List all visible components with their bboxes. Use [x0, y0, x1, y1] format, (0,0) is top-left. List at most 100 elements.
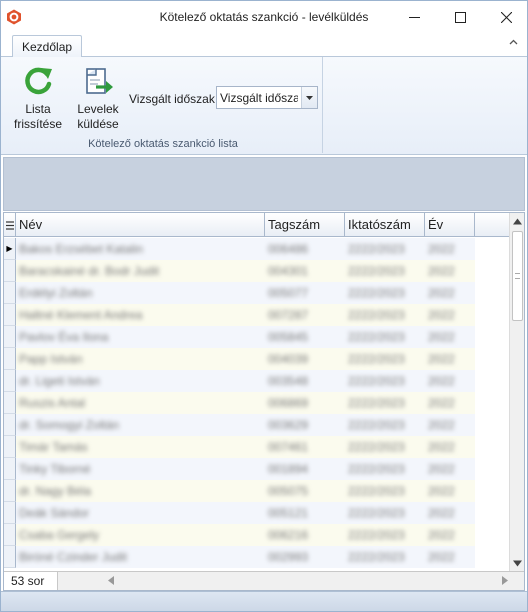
cell-nev[interactable]: Erdélyi Zoltán [16, 282, 265, 304]
cell-tagszam[interactable]: 007287 [265, 304, 345, 326]
cell-iktatoszam[interactable]: 2222/2023 [345, 326, 425, 348]
cell-iktatoszam[interactable]: 2222/2023 [345, 458, 425, 480]
cell-tagszam[interactable]: 003548 [265, 370, 345, 392]
cell-nev[interactable]: dr. Somogyi Zoltán [16, 414, 265, 436]
cell-nev[interactable]: Papp István [16, 348, 265, 370]
cell-tagszam[interactable]: 006216 [265, 524, 345, 546]
period-dropdown-button[interactable] [301, 87, 317, 108]
cell-nev[interactable]: Baracskainé dr. Bodr Judit [16, 260, 265, 282]
row-indicator[interactable] [4, 480, 16, 502]
cell-nev[interactable]: Timár Tamás [16, 436, 265, 458]
cell-iktatoszam[interactable]: 2222/2023 [345, 502, 425, 524]
cell-ev[interactable]: 2022 [425, 304, 475, 326]
cell-iktatoszam[interactable]: 2222/2023 [345, 392, 425, 414]
cell-tagszam[interactable]: 006869 [265, 392, 345, 414]
close-button[interactable] [483, 1, 528, 33]
cell-nev[interactable]: Csaba Gergely [16, 524, 265, 546]
scroll-left-icon[interactable] [108, 576, 114, 585]
column-header-tagszam[interactable]: Tagszám [265, 213, 345, 237]
table-row[interactable]: Tinky Tiborné 001894 2222/2023 2022 [4, 458, 510, 480]
cell-tagszam[interactable]: 005845 [265, 326, 345, 348]
cell-ev[interactable]: 2022 [425, 458, 475, 480]
table-row[interactable]: Papp István 004039 2222/2023 2022 [4, 348, 510, 370]
cell-tagszam[interactable]: 004301 [265, 260, 345, 282]
scroll-up-icon[interactable] [513, 217, 522, 226]
table-row[interactable]: Csaba Gergely 006216 2222/2023 2022 [4, 524, 510, 546]
cell-tagszam[interactable]: 005075 [265, 480, 345, 502]
cell-tagszam[interactable]: 005121 [265, 502, 345, 524]
cell-nev[interactable]: Bakos Erzsébet Katalin [16, 238, 265, 260]
cell-iktatoszam[interactable]: 2222/2023 [345, 304, 425, 326]
cell-tagszam[interactable]: 001894 [265, 458, 345, 480]
table-row[interactable]: Haltné Klement Andrea 007287 2222/2023 2022 [4, 304, 510, 326]
row-indicator[interactable] [4, 282, 16, 304]
refresh-list-button[interactable]: Lista frissítése [9, 63, 67, 139]
cell-tagszam[interactable]: 004039 [265, 348, 345, 370]
cell-tagszam[interactable]: 007461 [265, 436, 345, 458]
row-indicator[interactable] [4, 304, 16, 326]
column-header-ev[interactable]: Év [425, 213, 475, 237]
cell-ev[interactable]: 2022 [425, 414, 475, 436]
cell-ev[interactable]: 2022 [425, 238, 475, 260]
table-row[interactable]: Pavlov Éva Ilona 005845 2222/2023 2022 [4, 326, 510, 348]
vertical-scroll-thumb[interactable] [512, 231, 523, 321]
scroll-right-icon[interactable] [502, 576, 508, 585]
cell-ev[interactable]: 2022 [425, 348, 475, 370]
table-row[interactable]: ▶ Bakos Erzsébet Katalin 006486 2222/2023 20… [4, 238, 510, 260]
row-indicator[interactable] [4, 260, 16, 282]
cell-ev[interactable]: 2022 [425, 436, 475, 458]
vertical-scrollbar[interactable] [509, 213, 524, 571]
row-indicator[interactable] [4, 546, 16, 568]
cell-nev[interactable]: Tinky Tiborné [16, 458, 265, 480]
table-row[interactable]: dr. Ligeti István 003548 2222/2023 2022 [4, 370, 510, 392]
cell-tagszam[interactable]: 005077 [265, 282, 345, 304]
table-row[interactable]: Ruszis Antal 006869 2222/2023 2022 [4, 392, 510, 414]
cell-ev[interactable]: 2022 [425, 370, 475, 392]
column-chooser-button[interactable] [4, 213, 16, 237]
cell-nev[interactable]: Pavlov Éva Ilona [16, 326, 265, 348]
row-indicator[interactable] [4, 414, 16, 436]
row-indicator[interactable] [4, 458, 16, 480]
table-row[interactable]: Baracskainé dr. Bodr Judit 004301 2222/202… [4, 260, 510, 282]
cell-ev[interactable]: 2022 [425, 524, 475, 546]
cell-iktatoszam[interactable]: 2222/2023 [345, 348, 425, 370]
cell-nev[interactable]: Ruszis Antal [16, 392, 265, 414]
row-indicator[interactable] [4, 502, 16, 524]
table-row[interactable]: Deák Sándor 005121 2222/2023 2022 [4, 502, 510, 524]
maximize-button[interactable] [437, 1, 483, 33]
cell-iktatoszam[interactable]: 2222/2023 [345, 524, 425, 546]
scroll-down-icon[interactable] [513, 559, 522, 568]
column-header-iktatoszam[interactable]: Iktatószám [345, 213, 425, 237]
tab-kezdolap[interactable]: Kezdőlap [12, 35, 83, 58]
cell-ev[interactable]: 2022 [425, 480, 475, 502]
cell-iktatoszam[interactable]: 2222/2023 [345, 414, 425, 436]
cell-iktatoszam[interactable]: 2222/2023 [345, 260, 425, 282]
cell-iktatoszam[interactable]: 2222/2023 [345, 370, 425, 392]
cell-nev[interactable]: dr. Nagy Béla [16, 480, 265, 502]
cell-iktatoszam[interactable]: 2222/2023 [345, 436, 425, 458]
cell-iktatoszam[interactable]: 2222/2023 [345, 282, 425, 304]
column-header-nev[interactable]: Név [16, 213, 265, 237]
period-select[interactable]: Vizsgált időszak [216, 86, 318, 109]
horizontal-scrollbar[interactable] [108, 576, 508, 586]
cell-ev[interactable]: 2022 [425, 260, 475, 282]
cell-tagszam[interactable]: 003629 [265, 414, 345, 436]
table-row[interactable]: dr. Nagy Béla 005075 2222/2023 2022 [4, 480, 510, 502]
cell-iktatoszam[interactable]: 2222/2023 [345, 546, 425, 568]
table-row[interactable]: dr. Somogyi Zoltán 003629 2222/2023 2022 [4, 414, 510, 436]
row-indicator[interactable] [4, 348, 16, 370]
cell-ev[interactable]: 2022 [425, 546, 475, 568]
cell-nev[interactable]: Biróné Czinder Judit [16, 546, 265, 568]
cell-nev[interactable]: Haltné Klement Andrea [16, 304, 265, 326]
cell-ev[interactable]: 2022 [425, 392, 475, 414]
cell-tagszam[interactable]: 002993 [265, 546, 345, 568]
cell-iktatoszam[interactable]: 2222/2023 [345, 480, 425, 502]
table-row[interactable]: Timár Tamás 007461 2222/2023 2022 [4, 436, 510, 458]
row-indicator[interactable] [4, 524, 16, 546]
row-indicator[interactable] [4, 392, 16, 414]
row-indicator[interactable] [4, 370, 16, 392]
table-row[interactable]: Erdélyi Zoltán 005077 2222/2023 2022 [4, 282, 510, 304]
row-indicator[interactable] [4, 326, 16, 348]
cell-ev[interactable]: 2022 [425, 326, 475, 348]
cell-nev[interactable]: Deák Sándor [16, 502, 265, 524]
